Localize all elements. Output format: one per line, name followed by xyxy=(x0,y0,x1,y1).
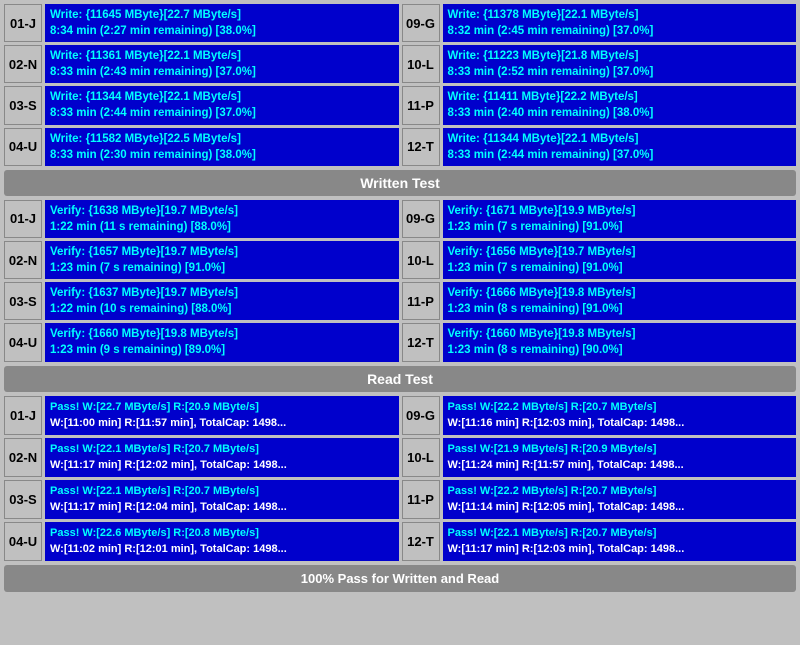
cell-content: Write: {11582 MByte}[22.5 MByte/s]8:33 m… xyxy=(45,128,399,166)
id-label: 04-U xyxy=(4,128,42,166)
cell-content: Verify: {1656 MByte}[19.7 MByte/s]1:23 m… xyxy=(443,241,797,279)
id-label: 04-U xyxy=(4,323,42,361)
id-label: 12-T xyxy=(402,522,440,561)
id-label: 10-L xyxy=(402,241,440,279)
id-label: 03-S xyxy=(4,282,42,320)
row-3-right: 12-TVerify: {1660 MByte}[19.8 MByte/s]1:… xyxy=(402,323,797,361)
cell-content: Pass! W:[22.1 MByte/s] R:[20.7 MByte/s]W… xyxy=(45,438,399,477)
cell-content: Write: {11361 MByte}[22.1 MByte/s]8:33 m… xyxy=(45,45,399,83)
row-2-left: 03-SWrite: {11344 MByte}[22.1 MByte/s]8:… xyxy=(4,86,399,124)
id-label: 01-J xyxy=(4,200,42,238)
write-grid: 01-JWrite: {11645 MByte}[22.7 MByte/s]8:… xyxy=(4,4,796,166)
cell-content: Pass! W:[22.6 MByte/s] R:[20.8 MByte/s]W… xyxy=(45,522,399,561)
main-container: 01-JWrite: {11645 MByte}[22.7 MByte/s]8:… xyxy=(0,0,800,596)
id-label: 11-P xyxy=(402,86,440,124)
cell-content: Pass! W:[21.9 MByte/s] R:[20.9 MByte/s]W… xyxy=(443,438,797,477)
verify-grid: 01-JVerify: {1638 MByte}[19.7 MByte/s]1:… xyxy=(4,200,796,362)
row-0-right: 09-GVerify: {1671 MByte}[19.9 MByte/s]1:… xyxy=(402,200,797,238)
row-2-left: 03-SPass! W:[22.1 MByte/s] R:[20.7 MByte… xyxy=(4,480,399,519)
cell-content: Write: {11378 MByte}[22.1 MByte/s]8:32 m… xyxy=(443,4,797,42)
row-2-right: 11-PWrite: {11411 MByte}[22.2 MByte/s]8:… xyxy=(402,86,797,124)
cell-content: Write: {11344 MByte}[22.1 MByte/s]8:33 m… xyxy=(443,128,797,166)
id-label: 03-S xyxy=(4,86,42,124)
row-1-left: 02-NPass! W:[22.1 MByte/s] R:[20.7 MByte… xyxy=(4,438,399,477)
id-label: 02-N xyxy=(4,45,42,83)
row-0-right: 09-GWrite: {11378 MByte}[22.1 MByte/s]8:… xyxy=(402,4,797,42)
id-label: 11-P xyxy=(402,480,440,519)
row-3-left: 04-UPass! W:[22.6 MByte/s] R:[20.8 MByte… xyxy=(4,522,399,561)
row-2-right: 11-PPass! W:[22.2 MByte/s] R:[20.7 MByte… xyxy=(402,480,797,519)
row-3-right: 12-TPass! W:[22.1 MByte/s] R:[20.7 MByte… xyxy=(402,522,797,561)
cell-content: Write: {11645 MByte}[22.7 MByte/s]8:34 m… xyxy=(45,4,399,42)
id-label: 01-J xyxy=(4,4,42,42)
cell-content: Pass! W:[22.1 MByte/s] R:[20.7 MByte/s]W… xyxy=(45,480,399,519)
row-2-right: 11-PVerify: {1666 MByte}[19.8 MByte/s]1:… xyxy=(402,282,797,320)
row-1-left: 02-NVerify: {1657 MByte}[19.7 MByte/s]1:… xyxy=(4,241,399,279)
cell-content: Verify: {1637 MByte}[19.7 MByte/s]1:22 m… xyxy=(45,282,399,320)
cell-content: Verify: {1638 MByte}[19.7 MByte/s]1:22 m… xyxy=(45,200,399,238)
cell-content: Verify: {1671 MByte}[19.9 MByte/s]1:23 m… xyxy=(443,200,797,238)
row-3-right: 12-TWrite: {11344 MByte}[22.1 MByte/s]8:… xyxy=(402,128,797,166)
cell-content: Pass! W:[22.7 MByte/s] R:[20.9 MByte/s]W… xyxy=(45,396,399,435)
cell-content: Verify: {1660 MByte}[19.8 MByte/s]1:23 m… xyxy=(45,323,399,361)
row-3-left: 04-UWrite: {11582 MByte}[22.5 MByte/s]8:… xyxy=(4,128,399,166)
row-1-left: 02-NWrite: {11361 MByte}[22.1 MByte/s]8:… xyxy=(4,45,399,83)
row-3-left: 04-UVerify: {1660 MByte}[19.8 MByte/s]1:… xyxy=(4,323,399,361)
cell-content: Verify: {1657 MByte}[19.7 MByte/s]1:23 m… xyxy=(45,241,399,279)
cell-content: Pass! W:[22.1 MByte/s] R:[20.7 MByte/s]W… xyxy=(443,522,797,561)
row-0-left: 01-JPass! W:[22.7 MByte/s] R:[20.9 MByte… xyxy=(4,396,399,435)
id-label: 10-L xyxy=(402,45,440,83)
bottom-banner: 100% Pass for Written and Read xyxy=(4,565,796,592)
read-grid: 01-JPass! W:[22.7 MByte/s] R:[20.9 MByte… xyxy=(4,396,796,561)
written-test-header: Written Test xyxy=(4,170,796,196)
id-label: 09-G xyxy=(402,396,440,435)
id-label: 09-G xyxy=(402,200,440,238)
cell-content: Write: {11223 MByte}[21.8 MByte/s]8:33 m… xyxy=(443,45,797,83)
id-label: 04-U xyxy=(4,522,42,561)
row-1-right: 10-LWrite: {11223 MByte}[21.8 MByte/s]8:… xyxy=(402,45,797,83)
id-label: 09-G xyxy=(402,4,440,42)
id-label: 01-J xyxy=(4,396,42,435)
cell-content: Pass! W:[22.2 MByte/s] R:[20.7 MByte/s]W… xyxy=(443,396,797,435)
id-label: 12-T xyxy=(402,323,440,361)
id-label: 02-N xyxy=(4,241,42,279)
cell-content: Pass! W:[22.2 MByte/s] R:[20.7 MByte/s]W… xyxy=(443,480,797,519)
cell-content: Verify: {1660 MByte}[19.8 MByte/s]1:23 m… xyxy=(443,323,797,361)
row-1-right: 10-LVerify: {1656 MByte}[19.7 MByte/s]1:… xyxy=(402,241,797,279)
row-1-right: 10-LPass! W:[21.9 MByte/s] R:[20.9 MByte… xyxy=(402,438,797,477)
id-label: 03-S xyxy=(4,480,42,519)
write-section: 01-JWrite: {11645 MByte}[22.7 MByte/s]8:… xyxy=(4,4,796,166)
id-label: 11-P xyxy=(402,282,440,320)
row-0-left: 01-JVerify: {1638 MByte}[19.7 MByte/s]1:… xyxy=(4,200,399,238)
verify-section: 01-JVerify: {1638 MByte}[19.7 MByte/s]1:… xyxy=(4,200,796,362)
row-0-right: 09-GPass! W:[22.2 MByte/s] R:[20.7 MByte… xyxy=(402,396,797,435)
row-0-left: 01-JWrite: {11645 MByte}[22.7 MByte/s]8:… xyxy=(4,4,399,42)
id-label: 12-T xyxy=(402,128,440,166)
cell-content: Write: {11344 MByte}[22.1 MByte/s]8:33 m… xyxy=(45,86,399,124)
cell-content: Write: {11411 MByte}[22.2 MByte/s]8:33 m… xyxy=(443,86,797,124)
id-label: 10-L xyxy=(402,438,440,477)
read-section: 01-JPass! W:[22.7 MByte/s] R:[20.9 MByte… xyxy=(4,396,796,561)
id-label: 02-N xyxy=(4,438,42,477)
read-test-header: Read Test xyxy=(4,366,796,392)
row-2-left: 03-SVerify: {1637 MByte}[19.7 MByte/s]1:… xyxy=(4,282,399,320)
cell-content: Verify: {1666 MByte}[19.8 MByte/s]1:23 m… xyxy=(443,282,797,320)
